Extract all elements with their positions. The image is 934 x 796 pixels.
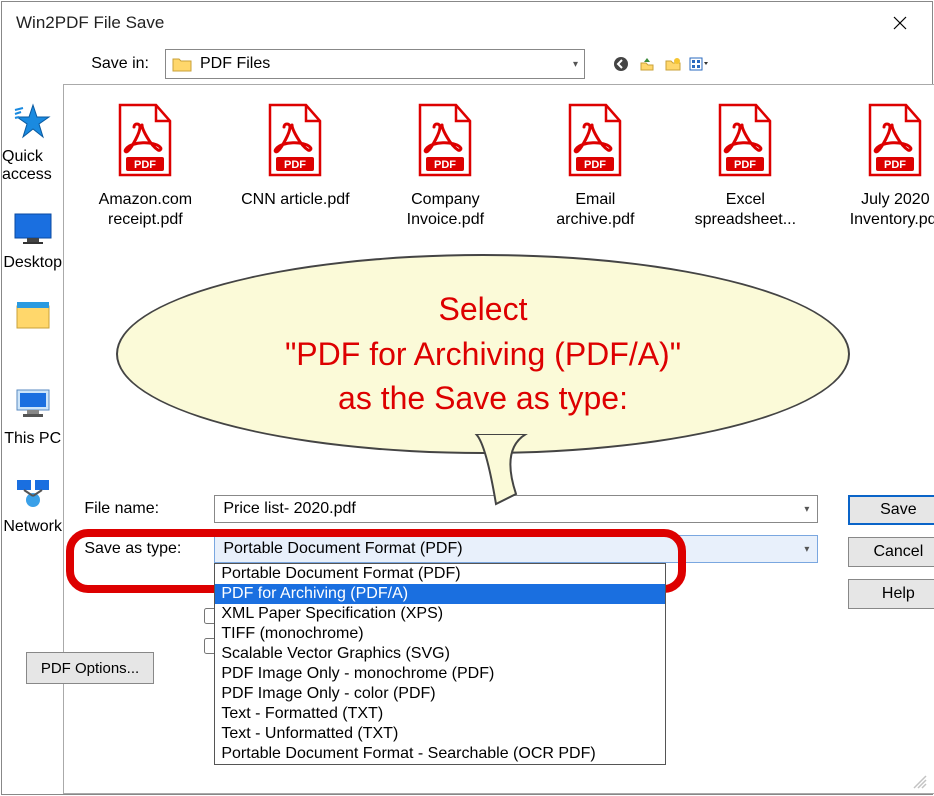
libraries-icon [10,296,56,336]
dropdown-option[interactable]: PDF for Archiving (PDF/A) [215,584,665,604]
dropdown-option[interactable]: XML Paper Specification (XPS) [215,604,665,624]
pdf-file-icon: PDF [564,103,626,182]
save-in-row: Save in: PDF Files ▾ [2,44,932,84]
file-name-input[interactable]: Price list- 2020.pdf ▾ [214,495,818,523]
sidebar-item-label: Desktop [3,254,62,272]
pdf-file-icon: PDF [414,103,476,182]
dropdown-option[interactable]: Portable Document Format - Searchable (O… [215,744,665,764]
file-name-label: CNN article.pdf [241,190,349,210]
file-name-label: Email archive.pdf [540,190,650,230]
chevron-down-icon: ▾ [573,59,578,70]
chevron-down-icon: ▾ [804,544,809,555]
save-as-type-row: Save as type: Portable Document Format (… [74,535,934,563]
sidebar-item-label: Quick access [2,148,63,184]
places-sidebar: Quick access Desktop Libraries This PC N… [2,84,63,794]
nav-new-folder-icon[interactable] [663,54,683,74]
file-name-label: File name: [74,500,214,518]
folder-icon [172,56,192,72]
dropdown-option[interactable]: Text - Formatted (TXT) [215,704,665,724]
file-name-label: Company Invoice.pdf [390,190,500,230]
this-pc-icon [10,384,56,424]
svg-text:PDF: PDF [434,159,456,171]
file-item[interactable]: PDF Amazon.com receipt.pdf [90,103,200,230]
file-item[interactable]: PDF Company Invoice.pdf [390,103,500,230]
sidebar-item-libraries[interactable]: Libraries [2,296,63,360]
svg-text:PDF: PDF [134,159,156,171]
file-item[interactable]: PDF Email archive.pdf [540,103,650,230]
body: Quick access Desktop Libraries This PC N… [2,84,932,794]
cancel-button[interactable]: Cancel [848,537,934,567]
pdf-options-button[interactable]: PDF Options... [26,652,154,684]
save-as-type-value: Portable Document Format (PDF) [223,540,462,558]
chevron-down-icon: ▾ [804,504,809,515]
sidebar-item-network[interactable]: Network [3,472,62,536]
dropdown-option[interactable]: Scalable Vector Graphics (SVG) [215,644,665,664]
sidebar-item-label: This PC [4,430,61,448]
svg-text:PDF: PDF [584,159,606,171]
file-name-label: Excel spreadsheet... [690,190,800,230]
nav-back-icon[interactable] [611,54,631,74]
save-as-type-dropdown[interactable]: Portable Document Format (PDF)PDF for Ar… [214,563,666,765]
file-name-row: File name: Price list- 2020.pdf ▾ [74,495,934,523]
sidebar-item-label: Network [3,518,62,536]
network-icon [10,472,56,512]
close-button[interactable] [882,8,918,38]
dropdown-option[interactable]: TIFF (monochrome) [215,624,665,644]
svg-text:PDF: PDF [284,159,306,171]
pdf-file-icon: PDF [714,103,776,182]
sidebar-item-quick-access[interactable]: Quick access [2,102,63,184]
quick-access-icon [10,102,56,142]
save-as-type-combo[interactable]: Portable Document Format (PDF) ▾ [214,535,818,563]
dropdown-option[interactable]: PDF Image Only - color (PDF) [215,684,665,704]
save-in-value: PDF Files [200,55,573,73]
file-item[interactable]: PDF Excel spreadsheet... [690,103,800,230]
close-icon [893,16,907,30]
file-list-pane[interactable]: PDF Amazon.com receipt.pdf PDF CNN article.… [63,84,934,794]
file-save-dialog: Win2PDF File Save Save in: PDF Files ▾ Q… [1,1,933,795]
nav-views-icon[interactable] [689,54,709,74]
file-item[interactable]: PDF July 2020 Inventory.pdf [840,103,934,230]
help-button[interactable]: Help [848,579,934,609]
pdf-file-icon: PDF [864,103,926,182]
file-name-value: Price list- 2020.pdf [223,500,356,518]
nav-toolbar [611,54,709,74]
sidebar-item-this-pc[interactable]: This PC [4,384,61,448]
dropdown-option[interactable]: Text - Unformatted (TXT) [215,724,665,744]
save-in-label: Save in: [82,55,157,73]
save-in-combo[interactable]: PDF Files ▾ [165,49,585,79]
titlebar: Win2PDF File Save [2,2,932,44]
pdf-file-icon: PDF [264,103,326,182]
nav-up-icon[interactable] [637,54,657,74]
file-name-label: Amazon.com receipt.pdf [90,190,200,230]
window-title: Win2PDF File Save [16,13,164,33]
action-buttons: Save Cancel Help [848,495,934,609]
pdf-file-icon: PDF [114,103,176,182]
save-as-type-label: Save as type: [74,540,214,558]
resize-grip-icon[interactable] [912,774,928,790]
form-area: File name: Price list- 2020.pdf ▾ Save a… [64,495,934,785]
file-grid: PDF Amazon.com receipt.pdf PDF CNN article.… [72,103,934,230]
file-item[interactable]: PDF CNN article.pdf [240,103,350,230]
sidebar-item-desktop[interactable]: Desktop [3,208,62,272]
svg-text:PDF: PDF [884,159,906,171]
dropdown-option[interactable]: Portable Document Format (PDF) [215,564,665,584]
file-name-label: July 2020 Inventory.pdf [840,190,934,230]
dropdown-option[interactable]: PDF Image Only - monochrome (PDF) [215,664,665,684]
desktop-icon [10,208,56,248]
save-button[interactable]: Save [848,495,934,525]
svg-text:PDF: PDF [734,159,756,171]
